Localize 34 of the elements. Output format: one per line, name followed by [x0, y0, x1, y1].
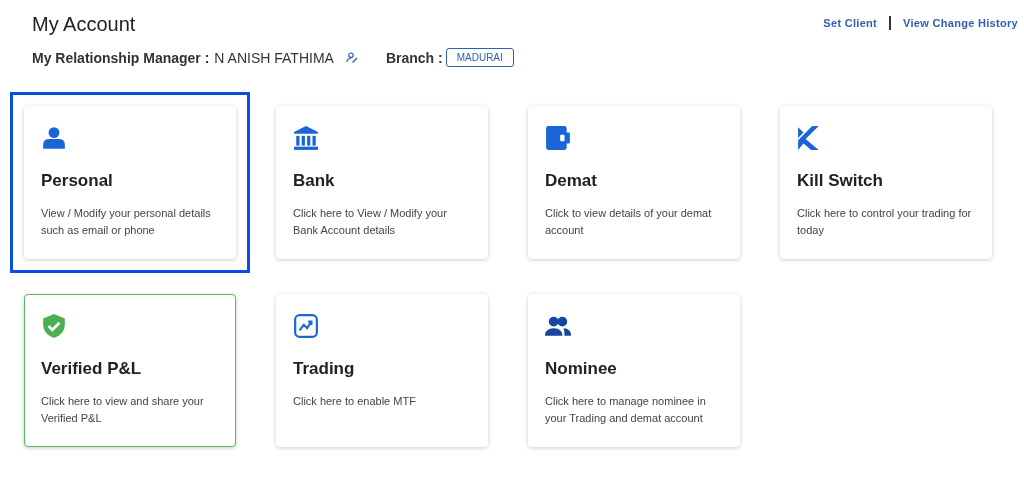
- card-title: Trading: [293, 359, 356, 379]
- account-card[interactable]: Bank Click here to View / Modify your Bank Account details: [276, 106, 488, 259]
- card-description: Click here to View / Modify your Bank Account details: [293, 206, 448, 238]
- card-title: Bank: [293, 171, 336, 191]
- card-description: Click here to view and share your Verified P&L: [41, 394, 205, 426]
- card-title: Nominee: [545, 359, 618, 379]
- card-description: Click here to control your trading for today: [797, 206, 973, 238]
- account-card[interactable]: Verified P&L Click here to view and share your Verified P&L: [24, 294, 236, 447]
- shield-check-icon: [41, 313, 67, 339]
- branch-chip: MADURAI: [445, 48, 514, 67]
- bank-icon: [293, 125, 319, 151]
- manager-label: My Relationship Manager :: [32, 49, 210, 66]
- trend-chart-icon: [293, 313, 319, 339]
- card-description: View / Modify your personal details such as email or phone: [41, 206, 212, 238]
- card-description: Click here to enable MTF: [293, 394, 417, 409]
- wallet-icon: [545, 125, 571, 151]
- page-title: My Account: [32, 13, 137, 36]
- card-title: Verified P&L: [41, 359, 143, 379]
- person-icon: [41, 125, 67, 151]
- header-link[interactable]: Set Client: [823, 17, 878, 29]
- account-card[interactable]: Nominee Click here to manage nominee in your Trading and demat account: [528, 294, 740, 447]
- manager-name: N ANISH FATHIMA: [214, 49, 334, 66]
- card-title: Demat: [545, 171, 598, 191]
- account-card[interactable]: Personal View / Modify your personal details such as email or phone: [24, 106, 236, 259]
- card-description: Click to view details of your demat account: [545, 206, 713, 238]
- branch-label: Branch :: [385, 49, 443, 66]
- card-description: Click here to manage nominee in your Trading and demat account: [545, 394, 707, 426]
- header-link[interactable]: View Change History: [903, 17, 1018, 29]
- account-card[interactable]: Kill Switch Click here to control your trading for today: [780, 106, 992, 259]
- account-card[interactable]: Trading Click here to enable MTF: [276, 294, 488, 447]
- card-title: Personal: [41, 171, 114, 191]
- card-title: Kill Switch: [797, 171, 884, 191]
- person-edit-icon[interactable]: [345, 51, 358, 64]
- account-card[interactable]: Demat Click to view details of your demat account: [528, 106, 740, 259]
